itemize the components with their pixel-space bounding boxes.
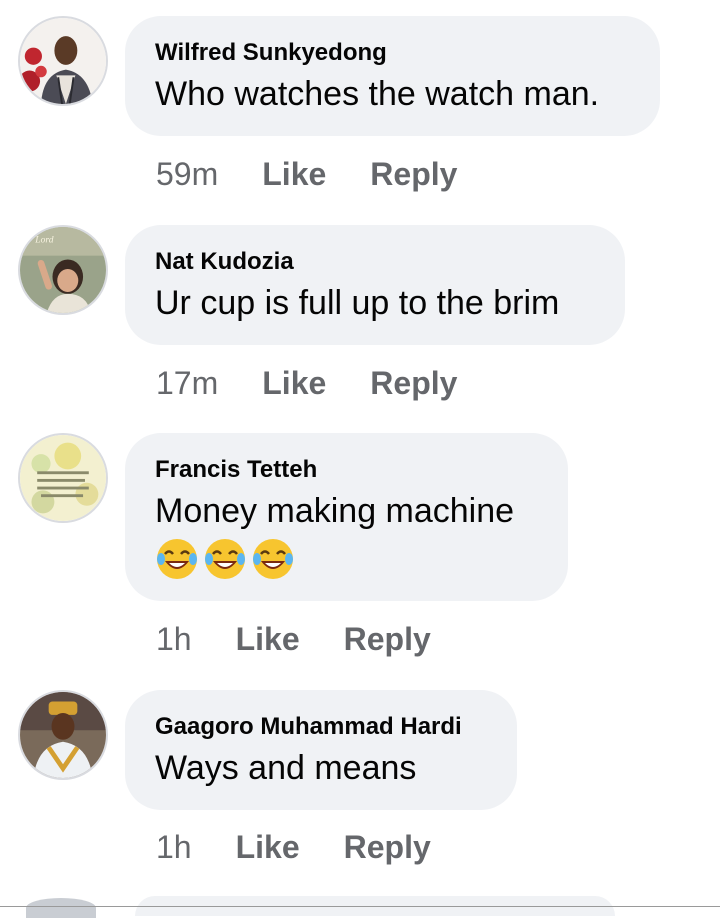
reply-button[interactable]: Reply: [370, 365, 457, 401]
reply-button[interactable]: Reply: [344, 621, 431, 657]
like-button[interactable]: Like: [236, 621, 300, 657]
comment-author[interactable]: Wilfred Sunkyedong: [155, 38, 630, 68]
comment-bubble: Wilfred Sunkyedong Who watches the watch…: [125, 16, 660, 136]
comment-actions: 17m Like Reply: [156, 363, 501, 403]
comment-author[interactable]: Nat Kudozia: [155, 247, 595, 277]
comment-text: Money making machine: [155, 492, 515, 530]
like-button[interactable]: Like: [236, 829, 300, 865]
comment-text: Ur cup is full up to the brim: [155, 284, 560, 322]
comment-timestamp: 17m: [156, 365, 219, 401]
comment-bubble: Francis Tetteh Money making machine: [125, 433, 568, 601]
reply-button[interactable]: Reply: [370, 156, 457, 192]
face-with-tears-of-joy-icon: [205, 539, 245, 579]
comment-actions: 1h Like Reply: [156, 827, 475, 867]
like-button[interactable]: Like: [262, 156, 326, 192]
comment-text: Who watches the watch man.: [155, 75, 600, 113]
avatar[interactable]: Lord: [18, 225, 108, 315]
emoji-row: [155, 537, 538, 583]
comment-actions: 1h Like Reply: [156, 619, 475, 659]
avatar[interactable]: [18, 16, 108, 106]
comment-bubble: Gaagoro Muhammad Hardi Ways and means: [125, 690, 517, 810]
face-with-tears-of-joy-icon: [253, 539, 293, 579]
divider: [0, 906, 720, 907]
comment-actions: 59m Like Reply: [156, 154, 501, 194]
comment-author[interactable]: Francis Tetteh: [155, 455, 538, 485]
svg-text:Lord: Lord: [34, 234, 53, 245]
avatar[interactable]: [18, 690, 108, 780]
like-button[interactable]: Like: [262, 365, 326, 401]
reply-button[interactable]: Reply: [344, 829, 431, 865]
avatar[interactable]: [26, 898, 96, 918]
comment-text: Ways and means: [155, 749, 417, 787]
comment-timestamp: 1h: [156, 829, 192, 865]
comment-timestamp: 59m: [156, 156, 219, 192]
face-with-tears-of-joy-icon: [157, 539, 197, 579]
comment-author[interactable]: Gaagoro Muhammad Hardi: [155, 712, 487, 742]
avatar[interactable]: [18, 433, 108, 523]
comment-bubble: Nat Kudozia Ur cup is full up to the bri…: [125, 225, 625, 345]
comment-timestamp: 1h: [156, 621, 192, 657]
